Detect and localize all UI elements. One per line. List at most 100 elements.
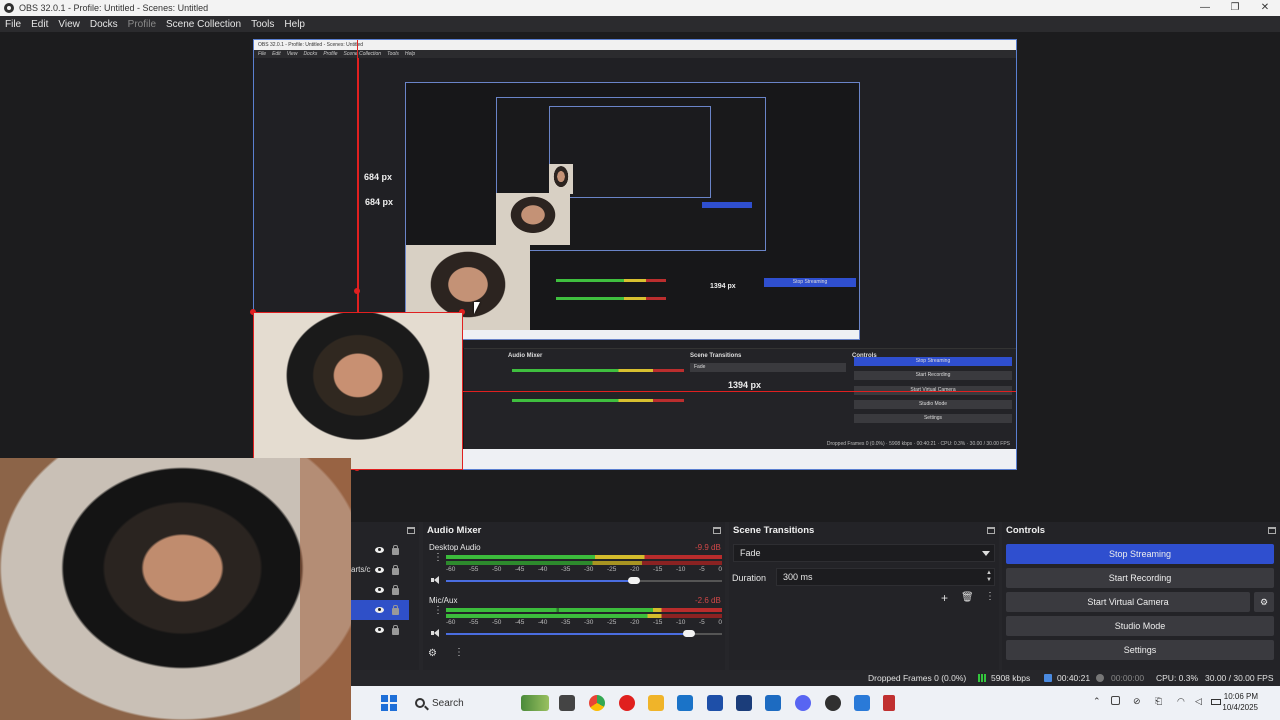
minimize-button[interactable]: — (1190, 0, 1220, 16)
captured-audio-mixer-title: Audio Mixer (508, 353, 543, 359)
stop-streaming-button[interactable]: Stop Streaming (1006, 544, 1274, 564)
audio-mixer-float-icon[interactable] (713, 526, 721, 534)
desktop-meter-bottom (446, 561, 722, 565)
maximize-button[interactable]: ❐ (1220, 0, 1250, 16)
channel-name-desktop: Desktop Audio (429, 543, 481, 552)
tray-app-icon[interactable] (1111, 696, 1120, 705)
photoshop-icon[interactable] (736, 695, 752, 711)
trash-icon[interactable]: 🗑 (961, 592, 974, 603)
scene-transitions-float-icon[interactable] (987, 526, 995, 534)
duration-value: 300 ms (783, 572, 813, 582)
captured-meter-desktop (512, 369, 684, 372)
store-icon[interactable] (677, 695, 693, 711)
window-controls: — ❐ ✕ (1190, 0, 1280, 16)
source-row[interactable] (350, 540, 409, 560)
add-transition-icon[interactable]: + (941, 591, 948, 605)
lock-icon[interactable] (392, 544, 399, 555)
eye-icon[interactable] (375, 627, 384, 633)
mic-volume-fill (446, 633, 689, 635)
lock-icon[interactable] (392, 604, 399, 615)
lock-icon[interactable] (392, 624, 399, 635)
widgets-icon[interactable] (521, 695, 549, 711)
duration-label: Duration (732, 573, 767, 583)
menu-tools[interactable]: Tools (251, 19, 274, 30)
menu-profile[interactable]: Profile (128, 19, 156, 30)
opera-icon[interactable] (619, 695, 635, 711)
eye-icon[interactable] (375, 587, 384, 593)
search-placeholder: Search (432, 697, 464, 709)
dropbox-icon[interactable] (707, 695, 723, 711)
resize-handle-top[interactable] (354, 288, 360, 294)
mic-meter-top (446, 608, 722, 612)
desktop-audio-menu-icon[interactable]: ⋮ (433, 553, 443, 563)
nested-webcam-3 (549, 164, 573, 194)
mic-volume-slider[interactable] (683, 630, 695, 637)
outlook-icon[interactable] (765, 695, 781, 711)
battery-icon[interactable] (1211, 699, 1221, 705)
nested-stop-streaming: Stop Streaming (764, 278, 856, 287)
sources-float-icon[interactable] (407, 526, 415, 534)
captured-stop-streaming: Stop Streaming (854, 357, 1012, 366)
menu-file[interactable]: File (5, 19, 21, 30)
height-measure-label: 684 px (364, 172, 393, 182)
captured-start-recording: Start Recording (854, 371, 1012, 380)
menu-docks[interactable]: Docks (90, 19, 118, 30)
mixer-advanced-gear-icon[interactable]: ⚙ (428, 648, 437, 659)
source-row[interactable] (350, 620, 409, 640)
start-virtual-camera-button[interactable]: Start Virtual Camera (1006, 592, 1250, 612)
close-button[interactable]: ✕ (1250, 0, 1280, 16)
desktop-volume-fill (446, 580, 634, 582)
transition-select[interactable]: Fade (733, 544, 995, 562)
nested-meter-1 (556, 279, 666, 282)
wifi-icon[interactable]: ◠ (1177, 696, 1185, 707)
nested-meter-2 (556, 297, 666, 300)
duration-input[interactable]: 300 ms ▲ ▼ (776, 568, 995, 586)
volume-icon[interactable]: ◁ (1195, 696, 1202, 707)
eye-icon[interactable] (375, 547, 384, 553)
speaker-icon[interactable] (431, 629, 441, 637)
transition-properties-icon[interactable]: ⋮ (985, 592, 995, 602)
obs-taskbar-icon[interactable] (825, 695, 841, 711)
captured-fade: Fade (690, 363, 846, 372)
transition-select-value: Fade (740, 548, 761, 558)
task-view-icon[interactable] (559, 695, 575, 711)
status-bar: Dropped Frames 0 (0.0%) 5908 kbps 00:40:… (351, 670, 1280, 686)
snipping-tool-icon[interactable] (883, 695, 895, 711)
studio-mode-button[interactable]: Studio Mode (1006, 616, 1274, 636)
notepad-icon[interactable] (854, 695, 870, 711)
virtual-camera-settings-button[interactable]: ⚙ (1254, 592, 1274, 612)
windows-start-icon[interactable] (381, 695, 397, 711)
file-explorer-icon[interactable] (648, 695, 664, 711)
lock-icon[interactable] (392, 584, 399, 595)
tray-expand-icon[interactable]: ⌃ (1093, 696, 1101, 707)
source-row-selected[interactable] (350, 600, 409, 620)
mic-aux-menu-icon[interactable]: ⋮ (433, 606, 443, 616)
start-recording-button[interactable]: Start Recording (1006, 568, 1274, 588)
tray-mic-icon[interactable]: ⎗ (1155, 696, 1162, 707)
chrome-icon[interactable] (589, 695, 605, 711)
chevron-down-icon (982, 551, 990, 556)
settings-button[interactable]: Settings (1006, 640, 1274, 660)
tray-sync-icon[interactable]: ⊘ (1133, 696, 1141, 707)
menu-edit[interactable]: Edit (31, 19, 48, 30)
menu-view[interactable]: View (58, 19, 80, 30)
webcam-source-selected[interactable] (253, 312, 463, 470)
menu-help[interactable]: Help (284, 19, 305, 30)
captured-studio-mode: Studio Mode (854, 400, 1012, 409)
desktop-volume-slider[interactable] (628, 577, 640, 584)
eye-icon[interactable] (375, 607, 384, 613)
captured-meter-mic (512, 399, 684, 402)
menu-scene-collection[interactable]: Scene Collection (166, 19, 241, 30)
speaker-icon[interactable] (431, 576, 441, 584)
desktop-scale: -60 -55 -50 -45 -40 -35 -30 -25 -20 -15 -10 -5 0 (446, 566, 722, 573)
spinbox-arrows-icon[interactable]: ▲ ▼ (986, 570, 992, 584)
source-row[interactable] (350, 580, 409, 600)
scene-transitions-title: Scene Transitions (733, 524, 815, 536)
controls-float-icon[interactable] (1268, 526, 1276, 534)
taskbar-clock[interactable]: 10:06 PM 10/4/2025 (1222, 691, 1258, 713)
discord-icon[interactable] (795, 695, 811, 711)
lock-icon[interactable] (392, 564, 399, 575)
eye-icon[interactable] (375, 567, 384, 573)
channel-name-mic: Mic/Aux (429, 596, 458, 605)
mixer-menu-icon[interactable]: ⋮ (454, 648, 464, 658)
